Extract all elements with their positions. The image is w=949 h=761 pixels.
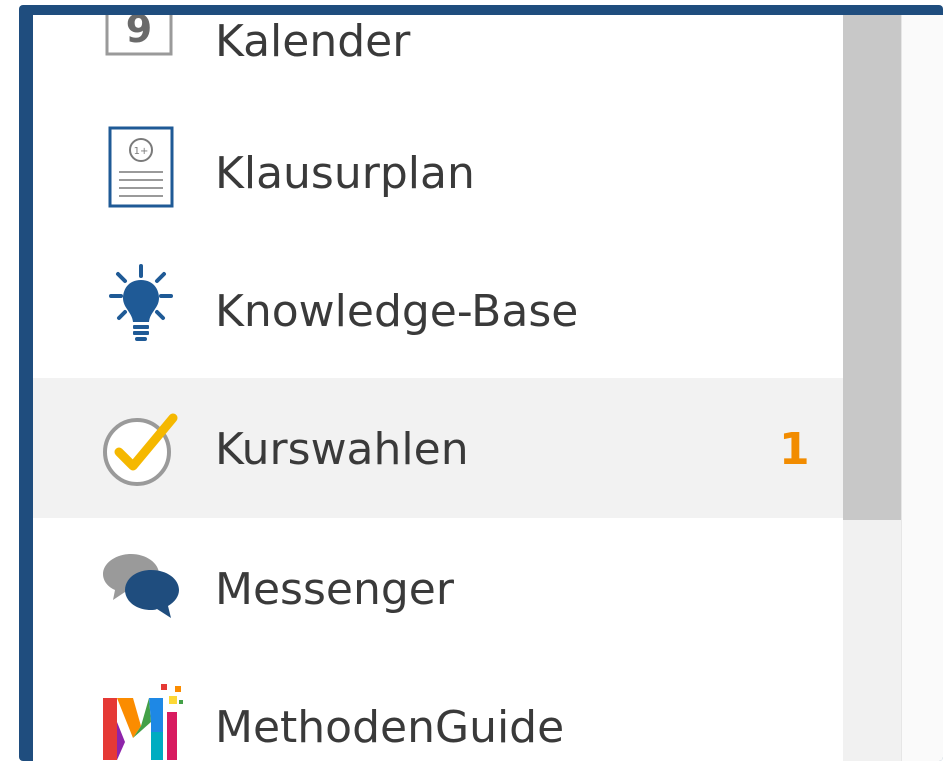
content-edge	[901, 15, 943, 761]
menu-item-kalender[interactable]: 9 Kalender	[33, 15, 843, 88]
lightbulb-icon	[99, 264, 183, 348]
menu-item-label: MethodenGuide	[215, 702, 565, 753]
menu-item-kurswahlen[interactable]: Kurswahlen 1	[33, 378, 843, 518]
svg-text:9: 9	[126, 15, 152, 51]
methodenguide-logo-icon	[99, 682, 183, 761]
calendar-icon: 9	[99, 15, 183, 60]
menu-frame: 9 Kalender 1+ Klausurplan Knowledge-Base…	[19, 5, 943, 761]
checkmark-circle-icon	[99, 408, 183, 492]
menu-item-knowledge-base[interactable]: Knowledge-Base	[33, 240, 843, 380]
scrollbar-track[interactable]	[843, 15, 901, 761]
menu-item-label: Kalender	[215, 16, 411, 67]
menu-item-messenger[interactable]: Messenger	[33, 518, 843, 658]
menu-item-label: Klausurplan	[215, 148, 475, 199]
notification-badge: 1	[779, 424, 810, 475]
svg-text:1+: 1+	[134, 146, 149, 157]
menu-item-methodenguide[interactable]: MethodenGuide	[33, 656, 843, 761]
menu-panel: 9 Kalender 1+ Klausurplan Knowledge-Base…	[33, 15, 843, 761]
menu-item-label: Kurswahlen	[215, 424, 469, 475]
scrollbar-thumb[interactable]	[843, 15, 901, 520]
menu-item-label: Knowledge-Base	[215, 286, 579, 337]
menu-item-label: Messenger	[215, 564, 454, 615]
exam-plan-icon: 1+	[99, 126, 183, 210]
chat-bubbles-icon	[99, 542, 183, 626]
menu-item-klausurplan[interactable]: 1+ Klausurplan	[33, 102, 843, 242]
